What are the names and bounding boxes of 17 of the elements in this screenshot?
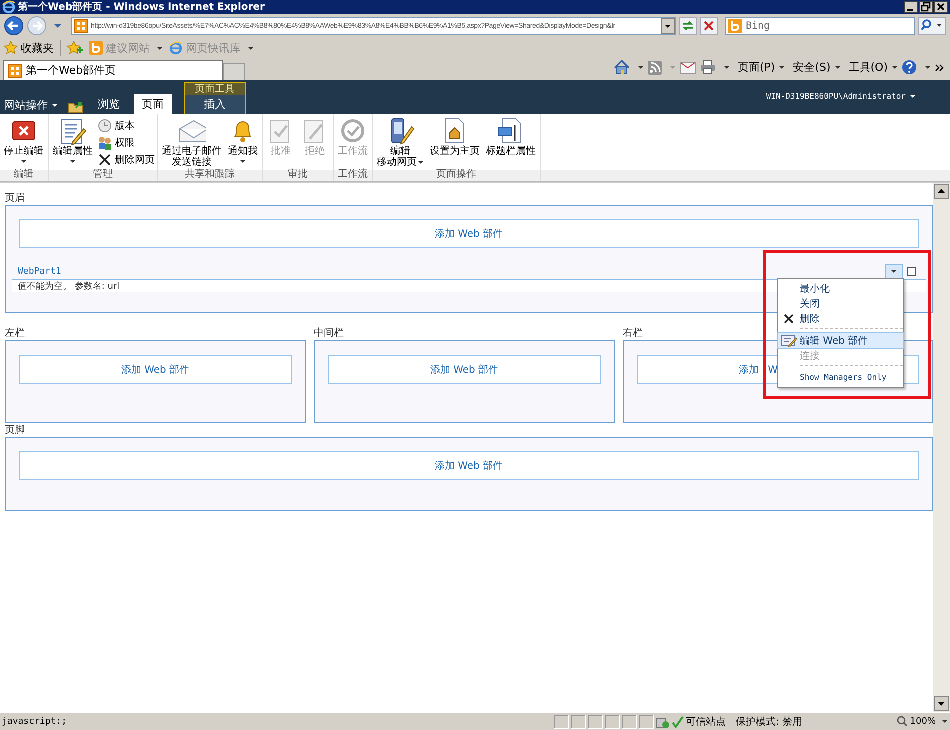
group-label: 管理 <box>92 169 114 181</box>
status-text: javascript:; <box>2 716 68 726</box>
group-label: 审批 <box>287 169 309 181</box>
zone-label: 中间栏 <box>314 326 345 340</box>
zone-label: 右栏 <box>623 326 644 340</box>
error-message: 值不能为空。 参数名: url <box>18 280 120 291</box>
zone-label: 左栏 <box>5 326 26 340</box>
zone-label: 页眉 <box>5 192 26 205</box>
group-label: 工作流 <box>337 169 369 181</box>
group-label: 共享和跟踪 <box>184 169 236 181</box>
window-title: 第一个Web部件页 - Windows Internet Explorer <box>18 0 266 14</box>
protected-mode-text: 保护模式: 禁用 <box>736 716 803 728</box>
zone-label: 页脚 <box>5 424 26 437</box>
group-label: 页面操作 <box>436 169 478 181</box>
zone-label: 可信站点 <box>686 716 726 728</box>
group-label: 编辑 <box>13 169 35 181</box>
group-label: 页面工具 <box>185 83 245 95</box>
